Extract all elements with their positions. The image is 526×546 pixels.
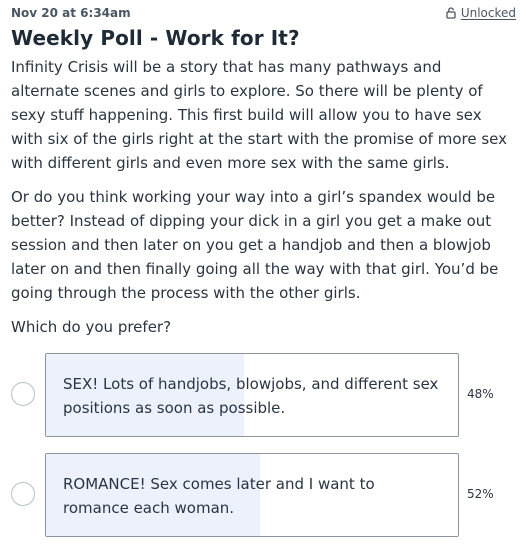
poll-option-romance[interactable]: ROMANCE! Sex comes later and I want to r… — [0, 453, 526, 537]
unlocked-link[interactable]: Unlocked — [446, 6, 516, 20]
post-header: Nov 20 at 6:34am Unlocked — [11, 4, 516, 22]
post-paragraph: Infinity Crisis will be a story that has… — [11, 58, 507, 172]
poll-option-percent: 52% — [467, 487, 494, 501]
poll-option-box[interactable]: SEX! Lots of handjobs, blowjobs, and dif… — [45, 353, 459, 437]
poll-option-label: SEX! Lots of handjobs, blowjobs, and dif… — [63, 375, 439, 417]
post-date: Nov 20 at 6:34am — [11, 6, 131, 20]
poll-option-sex[interactable]: SEX! Lots of handjobs, blowjobs, and dif… — [0, 353, 526, 437]
poll-option-box[interactable]: ROMANCE! Sex comes later and I want to r… — [45, 453, 459, 537]
post-title: Weekly Poll - Work for It? — [11, 26, 300, 50]
poll-question: Which do you prefer? — [11, 318, 172, 336]
poll-option-label: ROMANCE! Sex comes later and I want to r… — [63, 475, 375, 517]
poll-radio-button[interactable] — [11, 482, 35, 506]
open-lock-icon — [446, 7, 456, 19]
unlocked-label: Unlocked — [460, 6, 516, 20]
post-paragraph: Or do you think working your way into a … — [11, 188, 499, 302]
poll-option-percent: 48% — [467, 387, 494, 401]
poll-radio-button[interactable] — [11, 382, 35, 406]
